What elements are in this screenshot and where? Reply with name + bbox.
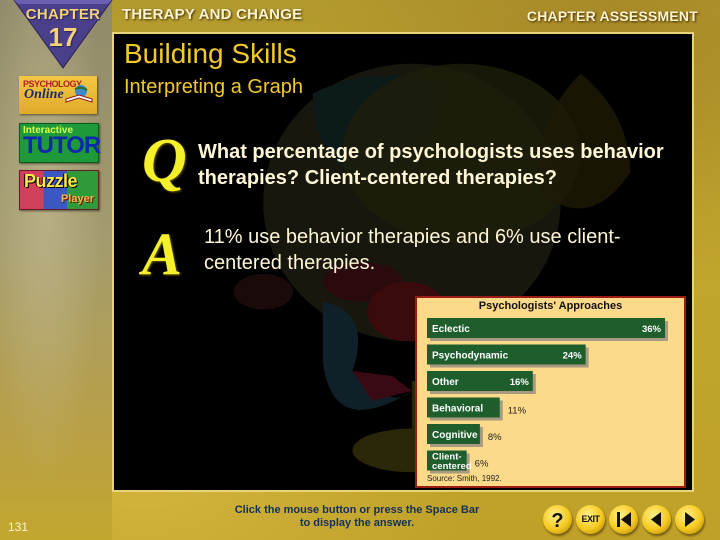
chapter-title: THERAPY AND CHANGE xyxy=(122,6,303,23)
value-label: 24% xyxy=(563,351,583,362)
value-label: 8% xyxy=(488,432,502,443)
category-label: Eclectic xyxy=(432,324,470,335)
category-label: Behavioral xyxy=(432,404,483,415)
question-text: What percentage of psychologists uses be… xyxy=(198,141,664,189)
question-letter-icon: Q xyxy=(142,127,187,195)
exit-button[interactable]: EXIT xyxy=(576,505,605,534)
chapter-label: CHAPTER xyxy=(25,6,101,23)
value-label: 6% xyxy=(475,459,489,470)
bar-chart: Eclectic 36% Psychodynamic 24% Other 16% Behav… xyxy=(415,296,686,488)
instruction-text: Click the mouse button or press the Spac… xyxy=(212,504,502,530)
answer-letter-icon: A xyxy=(142,221,183,287)
slide-title: Building Skills xyxy=(124,38,297,69)
skip-to-first-icon xyxy=(617,512,631,527)
page-number: 131 xyxy=(8,520,29,534)
instruction-line-2: to display the answer. xyxy=(299,517,415,529)
answer-text: 11% use behavior therapies and 6% use cl… xyxy=(204,226,621,274)
chapter-number: 17 xyxy=(48,22,78,52)
slide-subtitle: Interpreting a Graph xyxy=(124,76,303,98)
question-mark-icon: ? xyxy=(551,510,563,532)
value-label: 36% xyxy=(642,324,662,335)
psychology-online-line2: Online xyxy=(24,87,64,102)
value-label: 16% xyxy=(510,377,530,388)
value-label: 11% xyxy=(508,406,527,417)
puzzle-player-line1: Puzzle xyxy=(24,171,78,191)
interactive-tutor-button[interactable]: Interactive TUTOR xyxy=(19,123,101,163)
puzzle-player-line2: Player xyxy=(60,193,94,205)
slide-panel: Building Skills Interpreting a Graph Q W… xyxy=(112,32,694,492)
interactive-tutor-line2: TUTOR xyxy=(23,132,101,159)
category-label: Other xyxy=(432,377,459,388)
section-title: CHAPTER ASSESSMENT xyxy=(526,8,698,24)
first-slide-button[interactable] xyxy=(609,505,638,534)
psychology-online-button[interactable]: PSYCHOLOGY Online xyxy=(19,76,97,114)
exit-label: EXIT xyxy=(581,514,600,524)
next-slide-button[interactable] xyxy=(675,505,704,534)
bar-chart-svg: Eclectic 36% Psychodynamic 24% Other 16% Behav… xyxy=(427,318,668,474)
triangle-right-icon xyxy=(685,512,695,527)
instruction-line-1: Click the mouse button or press the Spac… xyxy=(234,504,480,516)
svg-text:?: ? xyxy=(551,510,563,532)
triangle-left-icon xyxy=(651,512,661,527)
category-label: centered xyxy=(432,461,472,472)
chart-source: Source: Smith, 1992. xyxy=(427,474,502,483)
open-book-globe-icon xyxy=(65,85,93,103)
chapter-badge: CHAPTER 17 xyxy=(12,0,114,70)
category-label: Psychodynamic xyxy=(432,351,509,362)
help-button[interactable]: ? xyxy=(543,505,572,534)
category-label: Cognitive xyxy=(432,430,478,441)
puzzle-player-button[interactable]: Puzzle Player xyxy=(19,170,99,210)
chart-title: Psychologists' Approaches xyxy=(478,300,623,312)
previous-slide-button[interactable] xyxy=(642,505,671,534)
